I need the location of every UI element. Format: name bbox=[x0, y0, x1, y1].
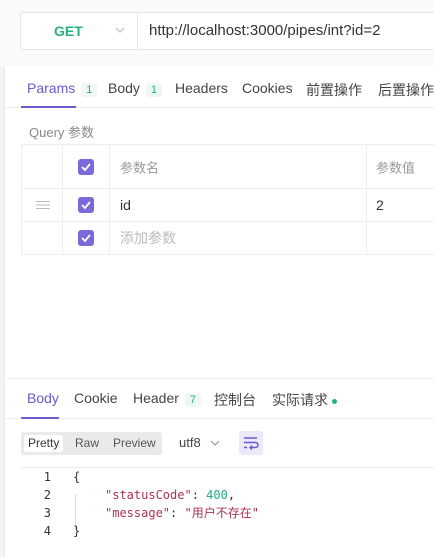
tab-console[interactable]: 控制台 bbox=[214, 390, 256, 410]
param-value-cell[interactable]: 2 bbox=[367, 189, 434, 221]
line-number: 1 bbox=[43, 470, 51, 484]
params-panel: Params 1 Body 1 Headers Cookies 前置操作 后置操作 … bbox=[4, 66, 434, 378]
check-icon bbox=[81, 234, 91, 243]
tab-label: 实际请求 bbox=[272, 392, 328, 408]
encoding-label: utf8 bbox=[179, 435, 201, 450]
tab-label: Cookies bbox=[242, 80, 293, 96]
encoding-select[interactable]: utf8 bbox=[179, 435, 220, 450]
tab-label: Body bbox=[27, 390, 59, 406]
name-column-header: 参数名 bbox=[110, 145, 367, 188]
status-dot bbox=[332, 398, 337, 404]
drag-column-header bbox=[21, 145, 63, 188]
tab-badge: 7 bbox=[184, 393, 202, 407]
active-tab-indicator bbox=[21, 417, 59, 419]
check-icon bbox=[81, 162, 91, 171]
format-raw-button[interactable]: Raw bbox=[71, 435, 103, 452]
params-table: 参数名 参数值 id 2 添加参数 bbox=[21, 144, 434, 255]
tab-pre-operations[interactable]: 前置操作 bbox=[306, 80, 362, 100]
url-input[interactable]: http://localhost:3000/pipes/int?id=2 bbox=[149, 22, 380, 39]
tab-body[interactable]: Body 1 bbox=[108, 80, 163, 97]
drag-cell bbox=[21, 222, 63, 254]
method-select[interactable]: GET bbox=[21, 13, 137, 49]
code-text: "statusCode": 400, bbox=[105, 488, 236, 502]
active-tab-indicator bbox=[21, 106, 76, 108]
tab-label: Params bbox=[27, 80, 76, 96]
table-header-row: 参数名 参数值 bbox=[21, 145, 434, 189]
response-panel: Body Cookie Header 7 控制台 实际请求 Pretty Raw … bbox=[4, 378, 434, 557]
chevron-down-icon bbox=[210, 440, 220, 446]
request-tabs: Params 1 Body 1 Headers Cookies 前置操作 后置操作 bbox=[5, 66, 434, 108]
select-all-checkbox[interactable] bbox=[78, 158, 94, 175]
tab-post-operations[interactable]: 后置操作 bbox=[378, 80, 434, 100]
code-line: 3 "message": "用户不存在" bbox=[21, 504, 434, 522]
response-tabs: Body Cookie Header 7 控制台 实际请求 bbox=[5, 379, 434, 419]
json-value: "用户不存在" bbox=[184, 506, 259, 520]
tab-label: 控制台 bbox=[214, 392, 256, 408]
code-line: 4 } bbox=[21, 522, 434, 540]
tab-response-header[interactable]: Header 7 bbox=[133, 390, 202, 407]
method-label: GET bbox=[54, 23, 83, 39]
column-header-value: 参数值 bbox=[376, 160, 416, 175]
json-comma: , bbox=[227, 488, 236, 502]
tab-label: Cookie bbox=[74, 390, 118, 406]
tab-params[interactable]: Params 1 bbox=[27, 80, 98, 97]
drag-cell bbox=[21, 189, 63, 221]
wrap-lines-icon bbox=[244, 437, 259, 450]
line-number: 4 bbox=[43, 524, 51, 538]
tab-cookies[interactable]: Cookies bbox=[242, 80, 293, 96]
check-icon bbox=[81, 201, 91, 210]
code-text: } bbox=[73, 524, 81, 538]
tab-badge: 1 bbox=[81, 83, 98, 97]
code-line: 2 "statusCode": 400, bbox=[21, 486, 434, 504]
word-wrap-button[interactable] bbox=[239, 431, 263, 455]
json-value: 400 bbox=[206, 488, 228, 502]
add-param-cell[interactable]: 添加参数 bbox=[110, 222, 367, 254]
tab-label: 前置操作 bbox=[306, 82, 362, 98]
param-name: id bbox=[120, 197, 131, 213]
line-number: 3 bbox=[43, 506, 51, 520]
format-preview-button[interactable]: Preview bbox=[109, 435, 160, 452]
check-column-header bbox=[63, 145, 110, 188]
tab-actual-request[interactable]: 实际请求 bbox=[272, 390, 337, 410]
tab-label: Header bbox=[133, 390, 179, 406]
format-selector: Pretty Raw Preview bbox=[21, 432, 162, 455]
response-body-viewer[interactable]: 1 { 2 "statusCode": 400, 3 "message": "用… bbox=[21, 467, 434, 555]
table-row: id 2 bbox=[21, 189, 434, 222]
check-cell bbox=[63, 222, 110, 254]
request-bar: GET http://localhost:3000/pipes/int?id=2 bbox=[20, 12, 434, 50]
tab-label: Body bbox=[108, 80, 140, 96]
format-pretty-button[interactable]: Pretty bbox=[24, 435, 64, 452]
row-checkbox[interactable] bbox=[78, 230, 94, 246]
param-value: 2 bbox=[376, 197, 384, 213]
request-area: GET http://localhost:3000/pipes/int?id=2 bbox=[0, 0, 434, 66]
line-number: 2 bbox=[43, 488, 51, 502]
column-header-name: 参数名 bbox=[120, 160, 160, 175]
check-cell bbox=[63, 189, 110, 221]
code-text: { bbox=[73, 470, 81, 484]
add-param-placeholder: 添加参数 bbox=[120, 230, 176, 246]
divider bbox=[137, 13, 138, 49]
drag-handle-icon[interactable] bbox=[36, 201, 50, 210]
json-key: "message" bbox=[105, 506, 171, 520]
tab-badge: 1 bbox=[145, 83, 163, 97]
tab-label: Headers bbox=[175, 80, 228, 96]
tab-response-body[interactable]: Body bbox=[27, 390, 59, 406]
query-params-label: Query 参数 bbox=[29, 125, 95, 140]
json-key: "statusCode" bbox=[105, 488, 192, 502]
tab-response-cookie[interactable]: Cookie bbox=[74, 390, 118, 406]
value-column-header: 参数值 bbox=[367, 145, 434, 188]
code-line: 1 { bbox=[21, 468, 434, 486]
tab-label: 后置操作 bbox=[378, 82, 434, 98]
add-value-cell[interactable] bbox=[367, 222, 434, 254]
tab-headers[interactable]: Headers bbox=[175, 80, 228, 96]
chevron-down-icon bbox=[115, 27, 125, 33]
code-text: "message": "用户不存在" bbox=[105, 506, 259, 520]
table-row-add: 添加参数 bbox=[21, 222, 434, 255]
param-name-cell[interactable]: id bbox=[110, 189, 367, 221]
row-checkbox[interactable] bbox=[78, 197, 94, 213]
